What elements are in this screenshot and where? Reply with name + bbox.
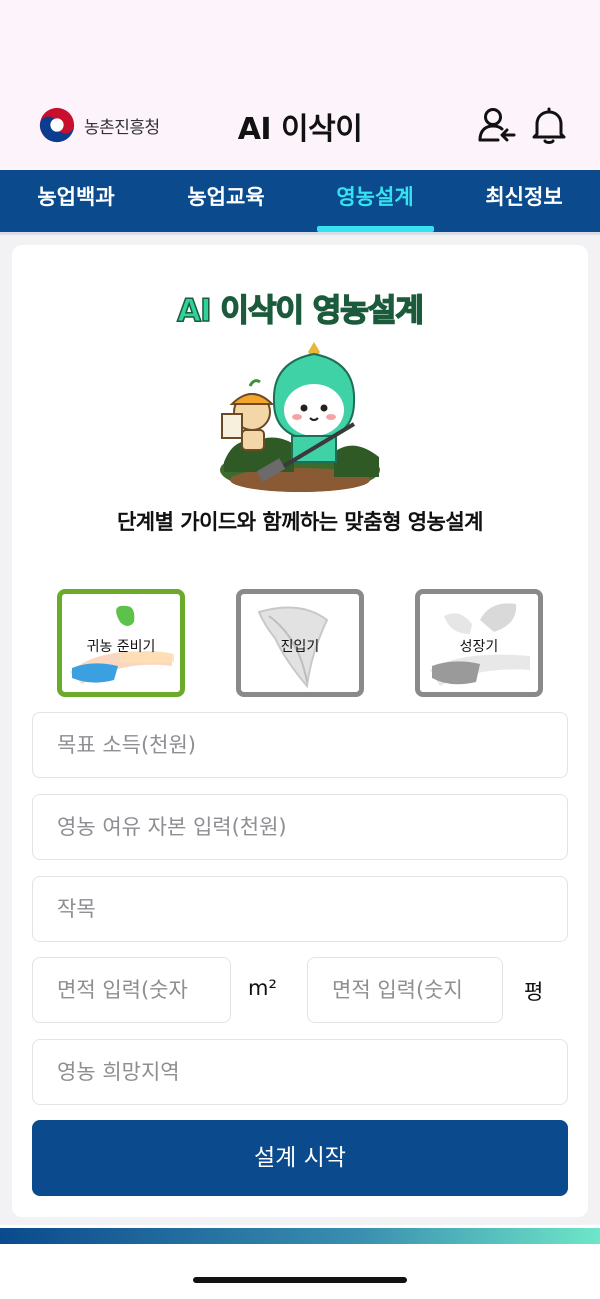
org-logo[interactable]: 농촌진흥청 — [38, 106, 160, 144]
isak-mascot-illustration — [220, 342, 380, 492]
hero-subtitle: 단계별 가이드와 함께하는 맞춤형 영농설계 — [116, 510, 484, 534]
area-m2-unit: m² — [248, 976, 277, 1000]
spare-capital-input[interactable] — [32, 794, 568, 860]
app-header: 농촌진흥청 AI 이삭이 — [0, 80, 600, 170]
status-bar — [0, 0, 600, 80]
main-nav: 농업백과 농업교육 영농설계 최신정보 — [0, 170, 600, 232]
stage-label-preparation: 귀농 준비기 — [86, 639, 156, 655]
area-m2-input[interactable] — [32, 957, 231, 1023]
tab-farm-planning[interactable]: 영농설계 — [319, 170, 431, 232]
area-pyeong-unit: 평 — [524, 980, 544, 1004]
org-logo-text: 농촌진흥청 — [84, 117, 160, 138]
taegeuk-logo-icon — [39, 107, 75, 143]
bottom-gradient-bar — [0, 1228, 600, 1244]
area-pyeong-input[interactable] — [307, 957, 503, 1023]
stage-label-entry: 진입기 — [280, 639, 320, 655]
tab-farming-encyclopedia[interactable]: 농업백과 — [20, 170, 132, 232]
stage-card-entry[interactable]: 진입기 — [236, 589, 364, 697]
user-login-icon[interactable] — [476, 104, 518, 146]
start-design-button[interactable]: 설계 시작 — [32, 1120, 568, 1196]
target-income-input[interactable] — [32, 712, 568, 778]
crop-input[interactable] — [32, 876, 568, 942]
desired-region-input[interactable] — [32, 1039, 568, 1105]
tab-farming-education[interactable]: 농업교육 — [170, 170, 282, 232]
stage-label-growth: 성장기 — [459, 639, 499, 655]
bell-icon[interactable] — [528, 104, 570, 146]
tab-latest-info[interactable]: 최신정보 — [468, 170, 580, 232]
stage-card-growth[interactable]: 성장기 — [415, 589, 543, 697]
stage-card-preparation[interactable]: 귀농 준비기 — [57, 589, 185, 697]
hero-title: AI 이삭이 영농설계 — [176, 292, 424, 330]
home-indicator[interactable] — [193, 1277, 407, 1283]
